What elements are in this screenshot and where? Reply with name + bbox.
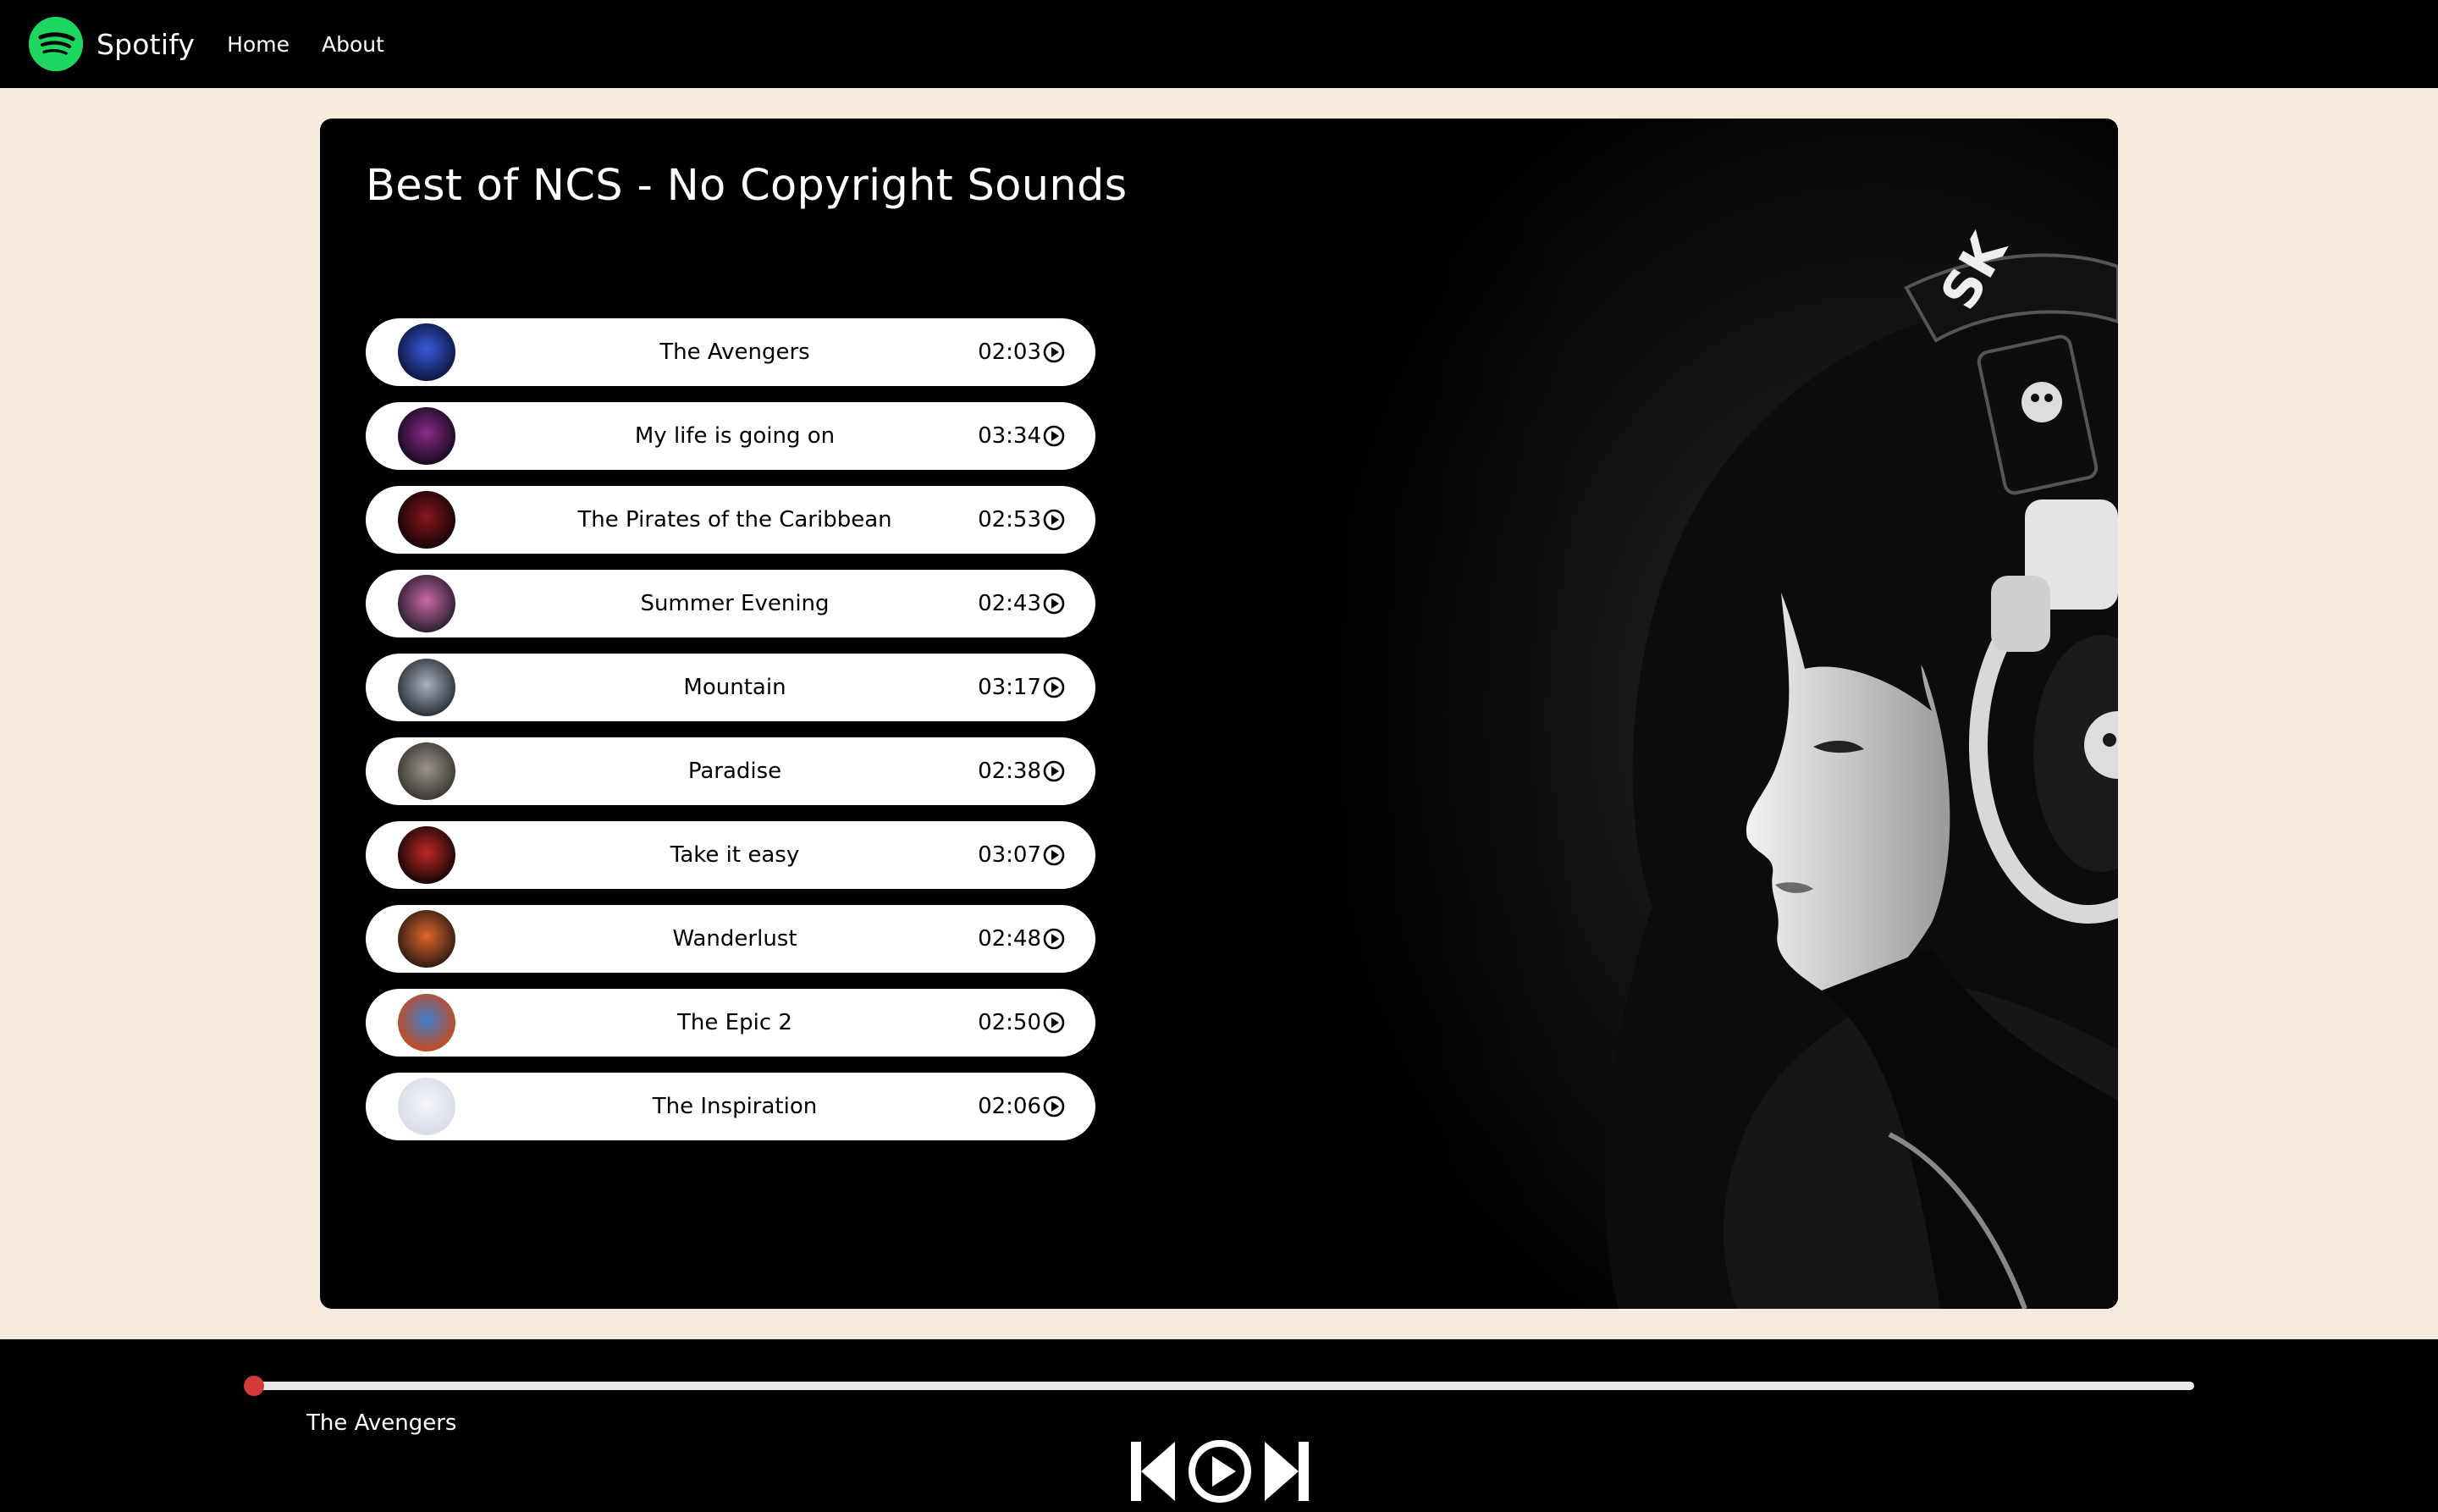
play-circle-icon[interactable] — [1043, 341, 1065, 363]
song-duration: 02:53 — [978, 507, 1041, 533]
song-item[interactable]: The Pirates of the Caribbean 02:53 — [366, 486, 1095, 554]
play-circle-icon[interactable] — [1188, 1439, 1252, 1504]
song-item[interactable]: Mountain 03:17 — [366, 654, 1095, 721]
hero-image: SK — [1145, 119, 2118, 1309]
play-circle-icon[interactable] — [1043, 425, 1065, 447]
brand[interactable]: Spotify — [29, 17, 195, 71]
playback-controls — [1131, 1439, 1309, 1504]
playlist-title: Best of NCS - No Copyright Sounds — [366, 161, 1128, 211]
play-circle-icon[interactable] — [1043, 760, 1065, 782]
song-item[interactable]: Summer Evening 02:43 — [366, 570, 1095, 637]
play-circle-icon[interactable] — [1043, 509, 1065, 531]
player-bar: The Avengers — [0, 1339, 2438, 1512]
song-duration: 02:50 — [978, 1010, 1041, 1035]
previous-icon[interactable] — [1131, 1442, 1175, 1501]
playlist-container: SK Best of NCS - No Copyright Sounds The… — [320, 119, 2118, 1309]
navbar: Spotify Home About — [0, 0, 2438, 88]
play-circle-icon[interactable] — [1043, 1012, 1065, 1034]
song-duration: 02:03 — [978, 339, 1041, 365]
song-item[interactable]: Take it easy 03:07 — [366, 821, 1095, 889]
song-item[interactable]: Wanderlust 02:48 — [366, 905, 1095, 973]
song-duration: 03:17 — [978, 675, 1041, 700]
song-item[interactable]: Paradise 02:38 — [366, 737, 1095, 805]
play-circle-icon[interactable] — [1043, 844, 1065, 866]
play-circle-icon[interactable] — [1043, 1095, 1065, 1117]
song-duration: 03:34 — [978, 423, 1041, 449]
song-duration: 02:43 — [978, 591, 1041, 616]
song-duration: 02:06 — [978, 1094, 1041, 1119]
song-item[interactable]: The Epic 2 02:50 — [366, 989, 1095, 1057]
play-circle-icon[interactable] — [1043, 593, 1065, 615]
song-item[interactable]: The Inspiration 02:06 — [366, 1073, 1095, 1140]
progress-bar[interactable] — [254, 1382, 2194, 1390]
song-duration: 02:38 — [978, 759, 1041, 784]
song-item[interactable]: The Avengers 02:03 — [366, 318, 1095, 386]
brand-name: Spotify — [97, 27, 196, 61]
song-item[interactable]: My life is going on 03:34 — [366, 402, 1095, 470]
spotify-logo-icon — [29, 17, 83, 71]
nav-link-about[interactable]: About — [322, 32, 384, 57]
song-duration: 03:07 — [978, 842, 1041, 868]
nav-link-home[interactable]: Home — [227, 32, 290, 57]
next-icon[interactable] — [1265, 1442, 1309, 1501]
now-playing-title: The Avengers — [306, 1410, 457, 1436]
song-duration: 02:48 — [978, 926, 1041, 952]
progress-thumb[interactable] — [244, 1376, 264, 1396]
play-circle-icon[interactable] — [1043, 676, 1065, 698]
song-list: The Avengers 02:03 My life is going on 03:3… — [366, 318, 1095, 1156]
play-circle-icon[interactable] — [1043, 928, 1065, 950]
